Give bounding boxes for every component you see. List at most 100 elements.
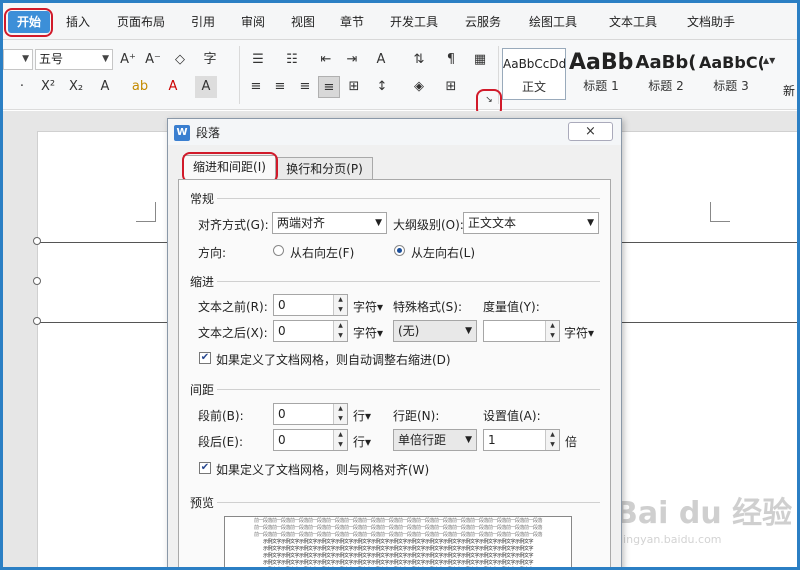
section-indent-label: 缩进 [190,275,215,289]
paragraph-launcher-icon[interactable]: ↘ [482,93,496,107]
sort-icon[interactable]: ⇅ [408,49,430,71]
grow-font-icon[interactable]: A⁺ [117,49,139,71]
setting-value-label: 设置值(A): [483,409,541,423]
style-sample: AaBb [569,50,633,75]
style-sample: AaBbC( [699,53,763,72]
font-size-combo[interactable]: 五号 ▼ [35,49,113,70]
font-size-value: 五号 [39,52,64,66]
underline-icon[interactable]: · [11,76,33,98]
alignment-select[interactable]: 两端对齐 ▼ [272,212,387,234]
space-after-input[interactable]: 0 ▲ ▼ [273,429,348,451]
ltr-label: 从左向右(L) [411,246,476,260]
space-before-unit[interactable]: 行▾ [353,407,371,424]
indent-after-unit[interactable]: 字符▾ [353,324,383,341]
font-name-combo[interactable]: ▼ [3,49,33,70]
section-divider [217,198,600,199]
font-color-icon[interactable]: A [162,76,184,98]
dialog-tab-panel: 常规 对齐方式(G): 两端对齐 ▼ 大纲级别(O): 正文文本 ▼ 方向: 从右向… [178,179,611,567]
space-before-input[interactable]: 0 ▲ ▼ [273,403,348,425]
highlight-color-icon[interactable]: ab [129,76,151,98]
style-caption: 正文 [521,80,546,94]
section-divider [217,389,600,390]
style-heading-3[interactable]: AaBbC( 标题 3 [699,48,763,100]
eraser-icon[interactable]: ◇ [169,49,191,71]
measure-input[interactable]: ▲ ▼ [483,320,560,342]
numbered-list-icon[interactable]: ☷ [281,49,303,71]
superscript-icon[interactable]: X² [37,76,59,98]
preview-line: 示例文字示例文字示例文字示例文字示例文字示例文字示例文字示例文字示例文字示例文字… [262,560,534,566]
close-button[interactable]: × [568,122,613,141]
tab-section[interactable]: 章节 [337,11,367,33]
style-normal[interactable]: AaBbCcDd 正文 [502,48,566,100]
tab-doc-assistant[interactable]: 文档助手 [683,11,739,33]
snap-grid-checkbox[interactable]: ✔ [199,462,211,474]
measure-unit[interactable]: 字符▾ [564,324,594,341]
tab-drawing-tools[interactable]: 绘图工具 [525,11,581,33]
tab-line-page-break[interactable]: 换行和分页(P) [276,157,373,179]
spinner-arrows-icon[interactable]: ▲ ▼ [333,321,347,341]
spinner-arrows-icon[interactable]: ▲ ▼ [333,295,347,315]
space-before-value: 0 [278,407,286,421]
text-effect-icon[interactable]: A [94,76,116,98]
align-justify-icon[interactable]: ≡ [318,76,340,98]
spinner-arrows-icon[interactable]: ▲ ▼ [333,404,347,424]
tab-text-tools[interactable]: 文本工具 [605,11,661,33]
space-after-unit[interactable]: 行▾ [353,433,371,450]
shading-icon[interactable]: ◈ [408,76,430,98]
indent-after-value: 0 [278,324,286,338]
spinner-arrows-icon[interactable]: ▲ ▼ [545,321,559,341]
resize-handle[interactable] [33,237,41,245]
style-caption: 标题 1 [583,79,619,93]
subscript-icon[interactable]: X₂ [65,76,87,98]
rtl-radio[interactable] [273,245,284,256]
ribbon-toolbar: ▼ 五号 ▼ A⁺ A⁻ ◇ 字 · X² X₂ A ab A A ☰ ☷ ⇤ ⇥… [3,40,797,110]
space-after-value: 0 [278,433,286,447]
spinner-arrows-icon[interactable]: ▲ ▼ [333,430,347,450]
outline-level-value: 正文文本 [468,216,517,230]
outline-level-select[interactable]: 正文文本 ▼ [463,212,599,234]
line-spacing-select[interactable]: 单倍行距 ▼ [393,429,477,451]
table-icon[interactable]: ▦ [469,49,491,71]
indent-before-unit[interactable]: 字符▾ [353,298,383,315]
spinner-arrows-icon[interactable]: ▲ ▼ [545,430,559,450]
resize-handle[interactable] [33,277,41,285]
outline-level-label: 大纲级别(O): [393,218,464,232]
align-center-icon[interactable]: ≡ [269,76,291,98]
tab-references[interactable]: 引用 [188,11,218,33]
tab-developer[interactable]: 开发工具 [386,11,442,33]
style-new-caption[interactable]: 新 [783,82,795,99]
auto-adjust-checkbox[interactable]: ✔ [199,352,211,364]
special-format-select[interactable]: (无) ▼ [393,320,477,342]
resize-handle[interactable] [33,317,41,325]
indent-after-input[interactable]: 0 ▲ ▼ [273,320,348,342]
align-left-icon[interactable]: ≡ [245,76,267,98]
show-marks-icon[interactable]: ¶ [440,49,462,71]
tab-view[interactable]: 视图 [288,11,318,33]
pinyin-icon[interactable]: 字 [199,49,221,71]
indent-before-input[interactable]: 0 ▲ ▼ [273,294,348,316]
distributed-align-icon[interactable]: ⊞ [343,76,365,98]
decrease-indent-icon[interactable]: ⇤ [315,49,337,71]
tab-review[interactable]: 审阅 [238,11,268,33]
indent-before-value: 0 [278,298,286,312]
tab-cloud[interactable]: 云服务 [461,11,505,33]
increase-indent-icon[interactable]: ⇥ [341,49,363,71]
setting-value-input[interactable]: 1 ▲ ▼ [483,429,560,451]
baidu-watermark-logo: Bai du 经验 [615,496,793,531]
setting-unit: 倍 [565,435,578,449]
chinese-layout-icon[interactable]: A [370,49,392,71]
line-spacing-icon[interactable]: ↕ [371,76,393,98]
style-heading-2[interactable]: AaBb( 标题 2 [634,48,698,100]
char-shading-icon[interactable]: A [195,76,217,98]
styles-scroll-icon[interactable]: ▲▼ [763,50,775,72]
style-heading-1[interactable]: AaBb 标题 1 [569,48,633,100]
border-icon[interactable]: ⊞ [440,76,462,98]
bullet-list-icon[interactable]: ☰ [247,49,269,71]
ltr-radio[interactable] [394,245,405,256]
tab-page-layout[interactable]: 页面布局 [113,11,169,33]
tab-insert[interactable]: 插入 [61,11,95,33]
align-right-icon[interactable]: ≡ [294,76,316,98]
shrink-font-icon[interactable]: A⁻ [142,49,164,71]
preview-line: 前一段落前一段落前一段落前一段落前一段落前一段落前一段落前一段落前一段落前一段落… [253,532,543,538]
dialog-title: 段落 [196,126,221,140]
